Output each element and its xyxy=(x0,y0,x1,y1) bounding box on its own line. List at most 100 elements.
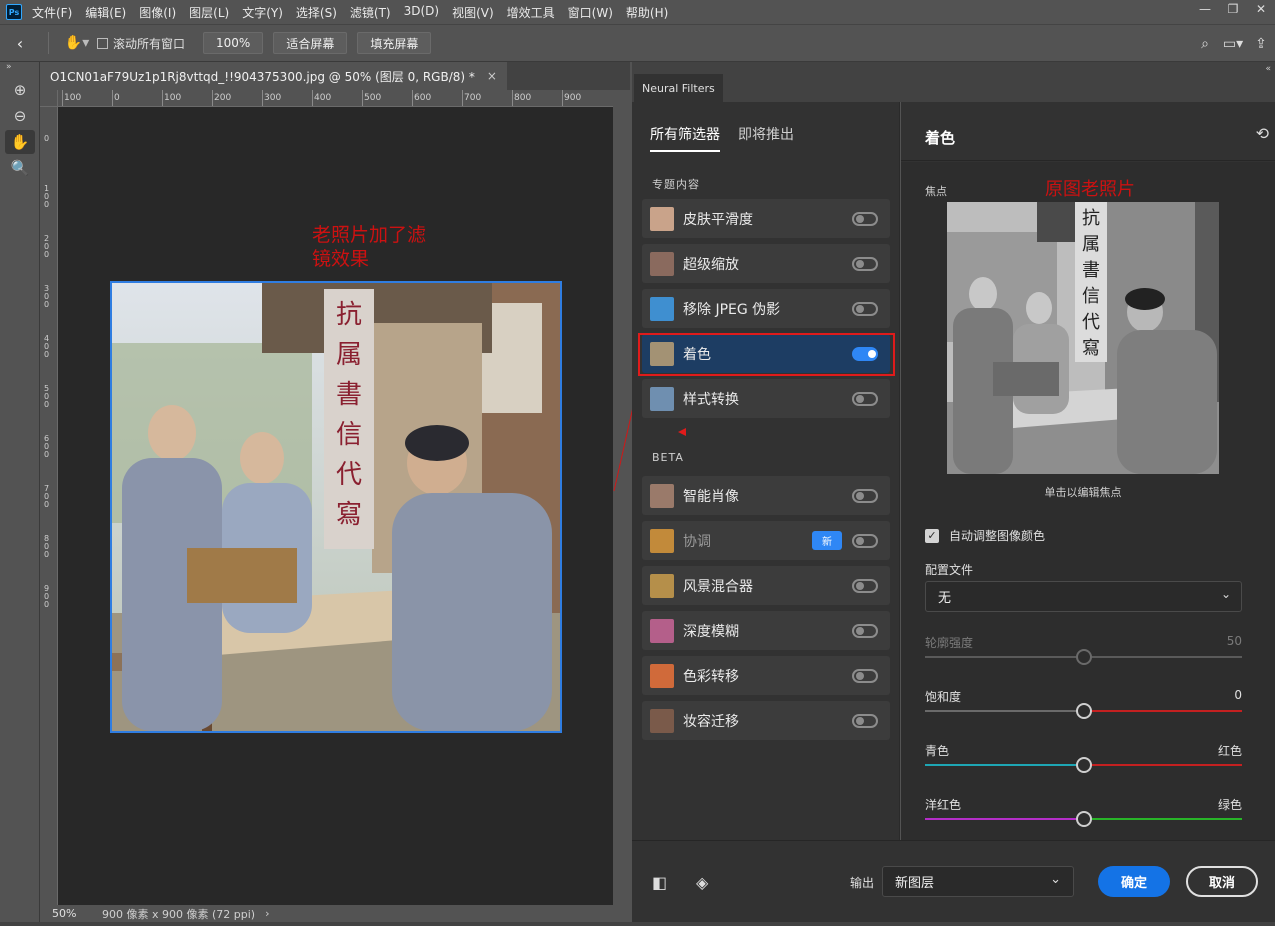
ruler-tick xyxy=(562,90,563,106)
focus-preview[interactable]: 抗 属 書 信 代 寫 xyxy=(947,202,1219,474)
menu-item[interactable]: 3D(D) xyxy=(404,4,439,21)
filter-item[interactable]: 风景混合器 xyxy=(642,566,890,605)
slider-thumb[interactable] xyxy=(1075,649,1092,665)
status-more-icon[interactable]: › xyxy=(265,907,269,920)
filter-item[interactable]: 超级缩放 xyxy=(642,244,890,283)
ruler-label: 200 xyxy=(214,93,232,103)
focus-hint: 单击以编辑焦点 xyxy=(1044,486,1122,499)
workspace-icon[interactable]: ▭▾ xyxy=(1219,36,1247,52)
slider-thumb[interactable] xyxy=(1075,811,1092,827)
filter-footer: ◧ ◈ 输出 新图层 ⌄ 确定 取消 xyxy=(632,840,1275,922)
svg-text:抗: 抗 xyxy=(336,300,362,330)
output-select[interactable]: 新图层 ⌄ xyxy=(882,866,1074,897)
filter-toggle[interactable] xyxy=(852,211,878,226)
hand-tool-icon[interactable]: ✋ xyxy=(5,130,35,154)
auto-color-row[interactable]: ✓ 自动调整图像颜色 xyxy=(925,527,1045,544)
filter-tabs: 所有筛选器 即将推出 xyxy=(650,124,812,152)
hand-tool-preset-icon[interactable]: ✋▾ xyxy=(57,35,97,51)
filter-item[interactable]: 色彩转移 xyxy=(642,656,890,695)
ruler-tick xyxy=(412,90,413,106)
fit-screen-button[interactable]: 适合屏幕 xyxy=(273,32,348,54)
auto-color-checkbox[interactable]: ✓ xyxy=(925,528,939,543)
menu-item[interactable]: 滤镜(T) xyxy=(350,4,391,21)
ruler-label: 0 xyxy=(114,93,120,103)
search-icon[interactable]: ⌕ xyxy=(1191,36,1219,52)
compare-view-icon[interactable]: ◧ xyxy=(652,873,667,892)
slider-end-label: 50 xyxy=(1226,634,1242,648)
filter-toggle[interactable] xyxy=(852,391,878,406)
zoom-out-icon[interactable]: ⊖ xyxy=(5,104,35,128)
close-window-button[interactable]: ✕ xyxy=(1247,0,1275,18)
filter-item[interactable]: 皮肤平滑度 xyxy=(642,199,890,238)
menu-item[interactable]: 窗口(W) xyxy=(568,4,613,21)
filter-toggle[interactable] xyxy=(852,578,878,593)
canvas-area[interactable]: 老照片加了滤镜效果 抗 属 書 信 代 寫 xyxy=(58,107,613,905)
fill-screen-button[interactable]: 填充屏幕 xyxy=(357,32,432,54)
ruler-label: 100 xyxy=(44,184,50,209)
scroll-all-checkbox[interactable] xyxy=(97,37,108,49)
filter-thumbnail-icon xyxy=(650,528,674,553)
horizontal-ruler[interactable]: 100 0 100 200 300 400 500 600 700 800 900 xyxy=(58,90,613,107)
menu-item[interactable]: 帮助(H) xyxy=(626,4,668,21)
photoshop-logo-icon: Ps xyxy=(6,4,22,20)
filter-toggle[interactable] xyxy=(852,301,878,316)
filter-item[interactable]: 样式转换 xyxy=(642,379,890,418)
tab-coming-soon[interactable]: 即将推出 xyxy=(738,124,794,152)
menu-item[interactable]: 编辑(E) xyxy=(85,4,126,21)
magnifier-icon[interactable]: 🔍 xyxy=(5,156,35,180)
minimize-button[interactable]: — xyxy=(1191,0,1219,18)
svg-text:抗: 抗 xyxy=(1082,208,1100,229)
filter-toggle[interactable] xyxy=(852,623,878,638)
restore-button[interactable]: ❐ xyxy=(1219,0,1247,18)
cancel-button[interactable]: 取消 xyxy=(1186,866,1258,897)
slider-thumb[interactable] xyxy=(1075,757,1092,773)
profile-value: 无 xyxy=(938,591,952,606)
zoom-level[interactable]: 50% xyxy=(40,907,88,920)
filter-item[interactable]: 妆容迁移 xyxy=(642,701,890,740)
menu-item[interactable]: 文字(Y) xyxy=(242,4,283,21)
menu-item[interactable]: 视图(V) xyxy=(452,4,494,21)
zoom-value-button[interactable]: 100% xyxy=(203,32,264,54)
menu-item[interactable]: 图像(I) xyxy=(139,4,176,21)
filter-label: 移除 JPEG 伪影 xyxy=(683,301,781,318)
svg-text:信: 信 xyxy=(1082,286,1100,307)
profile-select[interactable]: 无 ⌄ xyxy=(925,581,1242,612)
share-icon[interactable]: ⇪ xyxy=(1247,36,1275,52)
menu-item[interactable]: 图层(L) xyxy=(189,4,229,21)
detail-title: 着色 xyxy=(925,129,956,147)
back-chevron-icon[interactable]: ‹ xyxy=(0,34,40,53)
close-tab-icon[interactable]: × xyxy=(487,69,497,83)
vertical-ruler[interactable]: 0 100 200 300 400 500 600 700 800 900 xyxy=(40,107,58,905)
filter-toggle[interactable] xyxy=(852,713,878,728)
menu-item[interactable]: 文件(F) xyxy=(32,4,72,21)
filter-toggle[interactable] xyxy=(852,668,878,683)
layers-preview-icon[interactable]: ◈ xyxy=(696,873,708,892)
focus-label: 焦点 xyxy=(925,185,947,198)
annotation-highlight-box xyxy=(638,333,895,376)
tab-all-filters[interactable]: 所有筛选器 xyxy=(650,124,720,152)
reset-icon[interactable]: ⟲ xyxy=(1256,124,1269,143)
zoom-in-icon[interactable]: ⊕ xyxy=(5,78,35,102)
slider-thumb[interactable] xyxy=(1075,703,1092,719)
filter-toggle[interactable] xyxy=(852,256,878,271)
filter-thumbnail-icon xyxy=(650,206,674,231)
filter-toggle[interactable] xyxy=(852,533,878,548)
colorized-photo[interactable]: 抗 属 書 信 代 寫 xyxy=(110,281,562,733)
filter-item[interactable]: 协调 新 xyxy=(642,521,890,560)
menu-item[interactable]: 增效工具 xyxy=(507,4,555,21)
filter-toggle[interactable] xyxy=(852,488,878,503)
filter-label: 深度模糊 xyxy=(683,623,739,640)
filter-item[interactable]: 智能肖像 xyxy=(642,476,890,515)
collapse-icon[interactable]: » xyxy=(0,62,39,76)
panel-collapse-icon[interactable]: « xyxy=(1265,64,1271,74)
ok-button[interactable]: 确定 xyxy=(1098,866,1170,897)
neural-filters-tab[interactable]: Neural Filters xyxy=(634,74,723,102)
filter-item[interactable]: 移除 JPEG 伪影 xyxy=(642,289,890,328)
filter-label: 妆容迁移 xyxy=(683,713,739,730)
document-tab[interactable]: O1CN01aF79Uz1p1Rj8vttqd_!!904375300.jpg … xyxy=(40,62,507,90)
ruler-label: 100 xyxy=(64,93,82,103)
filter-thumbnail-icon xyxy=(650,573,674,598)
menu-item[interactable]: 选择(S) xyxy=(296,4,337,21)
filter-item[interactable]: 深度模糊 xyxy=(642,611,890,650)
filter-thumbnail-icon xyxy=(650,386,674,411)
